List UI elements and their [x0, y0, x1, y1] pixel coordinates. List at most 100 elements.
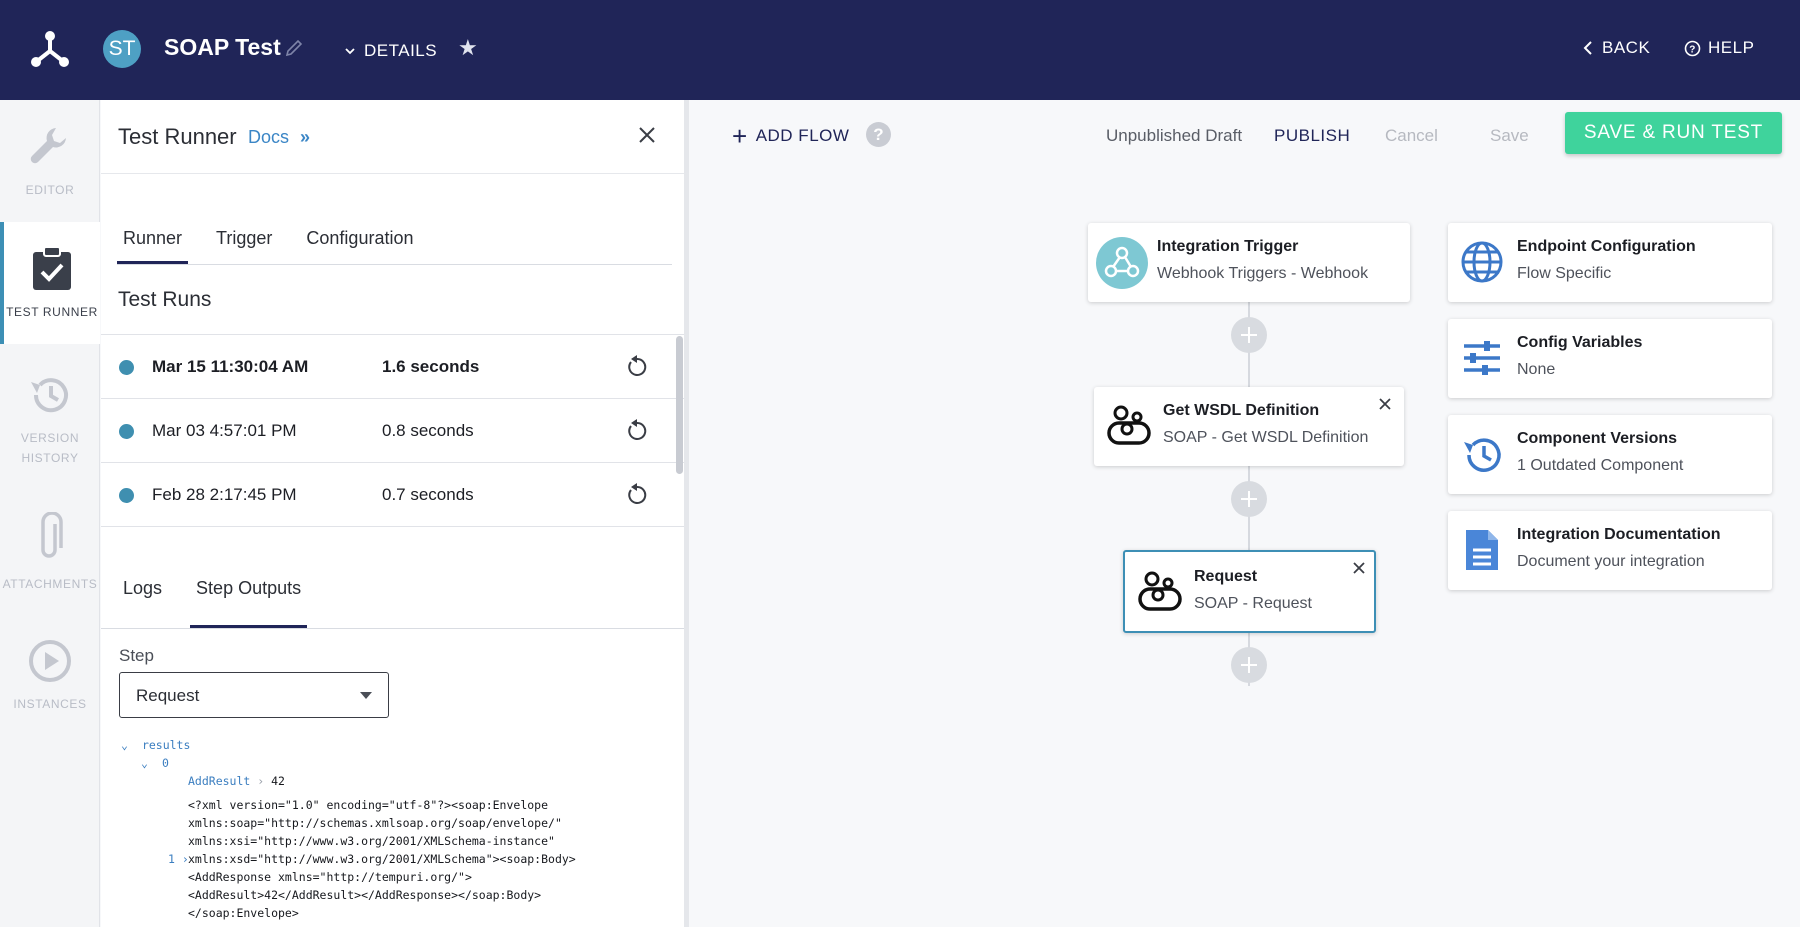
card-subtitle: None — [1517, 361, 1556, 378]
tab-trigger[interactable]: Trigger — [210, 228, 278, 264]
xml-line: <?xml version="1.0" encoding="utf-8"?><s… — [188, 798, 549, 812]
rerun-icon[interactable] — [625, 483, 649, 507]
add-flow-button[interactable]: + ADD FLOW — [732, 123, 849, 149]
step-title: Get WSDL Definition — [1163, 402, 1320, 419]
step-select-value: Request — [136, 686, 200, 705]
nav-test-runner[interactable]: TEST RUNNER — [0, 222, 100, 344]
close-icon[interactable] — [636, 124, 658, 146]
docs-label: Docs — [248, 127, 290, 147]
output-tabs: Logs Step Outputs — [101, 578, 684, 629]
add-step-button[interactable] — [1231, 481, 1267, 517]
add-step-button[interactable] — [1231, 647, 1267, 683]
tab-logs[interactable]: Logs — [117, 578, 168, 628]
run-duration: 0.8 seconds — [382, 421, 474, 440]
step-card-get-wsdl[interactable]: Get WSDL Definition SOAP - Get WSDL Defi… — [1094, 387, 1404, 466]
help-button[interactable]: ? HELP — [1684, 38, 1754, 58]
save-and-run-button[interactable]: SAVE & RUN TEST — [1565, 112, 1782, 154]
integration-documentation-card[interactable]: Integration Documentation Document your … — [1448, 511, 1772, 590]
globe-icon — [1461, 241, 1503, 283]
remove-step-close-icon[interactable] — [1352, 561, 1366, 575]
details-label: DETAILS — [364, 41, 438, 60]
tree-node-results[interactable]: ⌄ results — [121, 736, 285, 754]
rerun-icon[interactable] — [625, 355, 649, 379]
component-versions-card[interactable]: Component Versions 1 Outdated Component — [1448, 415, 1772, 494]
xml-line: xmlns:xsi="http://www.w3.org/2001/XMLSch… — [188, 834, 555, 848]
step-card-integration-trigger[interactable]: Integration Trigger Webhook Triggers - W… — [1088, 223, 1410, 302]
test-runs-list: Mar 15 11:30:04 AM 1.6 seconds Mar 03 4:… — [101, 334, 684, 527]
back-button[interactable]: BACK — [1583, 38, 1650, 58]
nav-test-runner-label: TEST RUNNER — [6, 305, 98, 319]
run-date: Feb 28 2:17:45 PM — [152, 485, 297, 504]
test-runner-panel: Test Runner Docs » Runner Trigger Config… — [101, 100, 689, 927]
test-runs-title: Test Runs — [118, 288, 212, 311]
step-select[interactable]: Request — [119, 672, 389, 718]
soap-icon — [1138, 571, 1182, 611]
integration-avatar: ST — [103, 30, 141, 68]
step-card-request[interactable]: Request SOAP - Request — [1123, 550, 1376, 633]
chevron-left-icon — [1583, 41, 1592, 55]
xml-line: </soap:Envelope> — [188, 906, 299, 920]
config-variables-card[interactable]: Config Variables None — [1448, 319, 1772, 398]
xml-value: <?xml version="1.0" encoding="utf-8"?><s… — [188, 796, 628, 922]
favorite-star-icon[interactable]: ★ — [458, 35, 478, 61]
cancel-button[interactable]: Cancel — [1385, 126, 1438, 146]
help-circle-icon[interactable]: ? — [866, 122, 891, 147]
card-subtitle: Flow Specific — [1517, 265, 1612, 282]
xml-line: xmlns:xsd="http://www.w3.org/2001/XMLSch… — [188, 852, 576, 866]
step-subtitle: Webhook Triggers - Webhook — [1157, 265, 1369, 282]
xml-line: <AddResult>42</AddResult></AddResponse><… — [188, 888, 542, 902]
history-icon — [31, 378, 68, 413]
back-label: BACK — [1602, 38, 1651, 57]
tab-runner[interactable]: Runner — [117, 228, 189, 264]
help-label: HELP — [1708, 38, 1755, 57]
card-title: Endpoint Configuration — [1517, 238, 1696, 255]
test-run-row[interactable]: Mar 03 4:57:01 PM 0.8 seconds — [101, 399, 684, 463]
run-status-dot — [119, 488, 134, 503]
nav-attachments[interactable]: ATTACHMENTS — [0, 512, 100, 594]
xml-line: xmlns:soap="http://schemas.xmlsoap.org/s… — [188, 816, 562, 830]
endpoint-configuration-card[interactable]: Endpoint Configuration Flow Specific — [1448, 223, 1772, 302]
nav-editor[interactable]: EDITOR — [0, 122, 100, 200]
chevron-down-icon: ⌄ — [141, 756, 148, 770]
card-subtitle: 1 Outdated Component — [1517, 457, 1684, 474]
rerun-icon[interactable] — [625, 419, 649, 443]
nav-version-history-label: VERSION HISTORY — [20, 431, 80, 465]
step-title: Request — [1194, 568, 1258, 585]
panel-title: Test Runner — [118, 124, 237, 149]
save-button[interactable]: Save — [1490, 126, 1529, 146]
draft-status: Unpublished Draft — [1106, 126, 1243, 145]
sliders-icon — [1464, 341, 1500, 375]
run-duration: 0.7 seconds — [382, 485, 474, 504]
nav-instances-label: INSTANCES — [13, 697, 87, 711]
flow-canvas: + ADD FLOW ? Unpublished Draft PUBLISH C… — [694, 100, 1800, 927]
nav-attachments-label: ATTACHMENTS — [2, 577, 98, 591]
app-logo-icon[interactable] — [28, 27, 72, 71]
chevron-down-icon — [345, 48, 355, 55]
integration-title: SOAP Test — [164, 34, 281, 60]
tree-node-index[interactable]: ⌄ 0 — [121, 754, 285, 772]
remove-step-close-icon[interactable] — [1378, 397, 1392, 411]
nav-editor-label: EDITOR — [25, 183, 75, 197]
add-step-button[interactable] — [1231, 317, 1267, 353]
webhook-icon — [1096, 237, 1148, 289]
soap-icon — [1107, 405, 1151, 445]
docs-link[interactable]: Docs » — [248, 127, 310, 148]
runs-scrollbar[interactable] — [676, 336, 683, 474]
nav-instances[interactable]: INSTANCES — [0, 638, 100, 714]
tab-step-outputs[interactable]: Step Outputs — [190, 578, 308, 628]
edit-pencil-icon[interactable] — [283, 37, 305, 59]
double-chevron-right-icon: » — [300, 127, 311, 147]
tab-configuration[interactable]: Configuration — [300, 228, 419, 264]
tree-key: results — [141, 738, 191, 752]
step-output-tree: ⌄ results ⌄ 0 AddResult › 42 1 › <?xml v… — [121, 736, 576, 920]
tree-node-addresult[interactable]: AddResult › 42 — [121, 772, 285, 790]
run-date: Mar 15 11:30:04 AM — [152, 357, 309, 376]
nav-version-history[interactable]: VERSION HISTORY — [0, 372, 100, 468]
details-toggle[interactable]: DETAILS — [344, 41, 437, 61]
test-run-row[interactable]: Feb 28 2:17:45 PM 0.7 seconds — [101, 463, 684, 527]
card-title: Component Versions — [1517, 430, 1678, 447]
test-run-row[interactable]: Mar 15 11:30:04 AM 1.6 seconds — [101, 335, 684, 399]
chevron-down-icon: ⌄ — [121, 738, 128, 752]
step-title: Integration Trigger — [1157, 238, 1299, 255]
publish-button[interactable]: PUBLISH — [1274, 126, 1350, 146]
